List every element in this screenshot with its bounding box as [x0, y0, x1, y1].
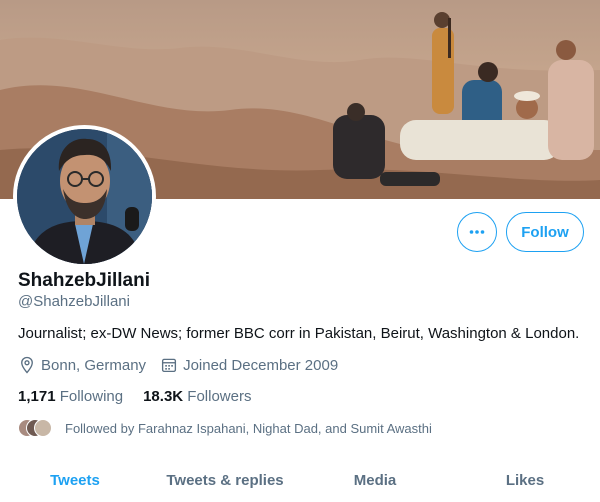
profile-meta: Bonn, Germany Joined December 2009 — [18, 355, 352, 375]
profile-avatar[interactable] — [13, 125, 156, 268]
joined-item: Joined December 2009 — [160, 356, 338, 374]
handle: @ShahzebJillani — [18, 293, 130, 310]
tab-tweets[interactable]: Tweets — [0, 458, 150, 502]
tab-tweets-replies[interactable]: Tweets & replies — [150, 458, 300, 502]
following-count: 1,171 — [18, 388, 56, 405]
location-item: Bonn, Germany — [18, 356, 146, 374]
display-name: ShahzebJillani — [18, 270, 150, 291]
followed-by-avatars — [18, 418, 54, 438]
tab-media[interactable]: Media — [300, 458, 450, 502]
tab-likes[interactable]: Likes — [450, 458, 600, 502]
following-link[interactable]: 1,171 Following — [18, 388, 123, 405]
calendar-icon — [162, 358, 177, 373]
bio: Journalist; ex-DW News; former BBC corr … — [18, 325, 580, 342]
map-pin-icon — [21, 356, 33, 374]
avatar-image — [17, 129, 152, 264]
following-label: Following — [59, 388, 124, 405]
followed-by-text: Followed by Farahnaz Ispahani, Nighat Da… — [65, 420, 432, 436]
joined-text: Joined December 2009 — [183, 356, 339, 374]
followed-by[interactable]: Followed by Farahnaz Ispahani, Nighat Da… — [18, 418, 432, 438]
profile-stats: 1,171 Following 18.3K Followers — [18, 388, 271, 405]
followers-count: 18.3K — [143, 388, 184, 405]
location-text: Bonn, Germany — [41, 356, 147, 374]
more-button[interactable] — [457, 212, 497, 252]
followers-label: Followers — [187, 388, 252, 405]
more-horizontal-icon — [469, 230, 485, 234]
follow-button[interactable]: Follow — [506, 212, 584, 252]
profile-tabs: Tweets Tweets & replies Media Likes — [0, 458, 600, 502]
followers-link[interactable]: 18.3K Followers — [143, 388, 251, 405]
mini-avatar — [34, 419, 52, 437]
